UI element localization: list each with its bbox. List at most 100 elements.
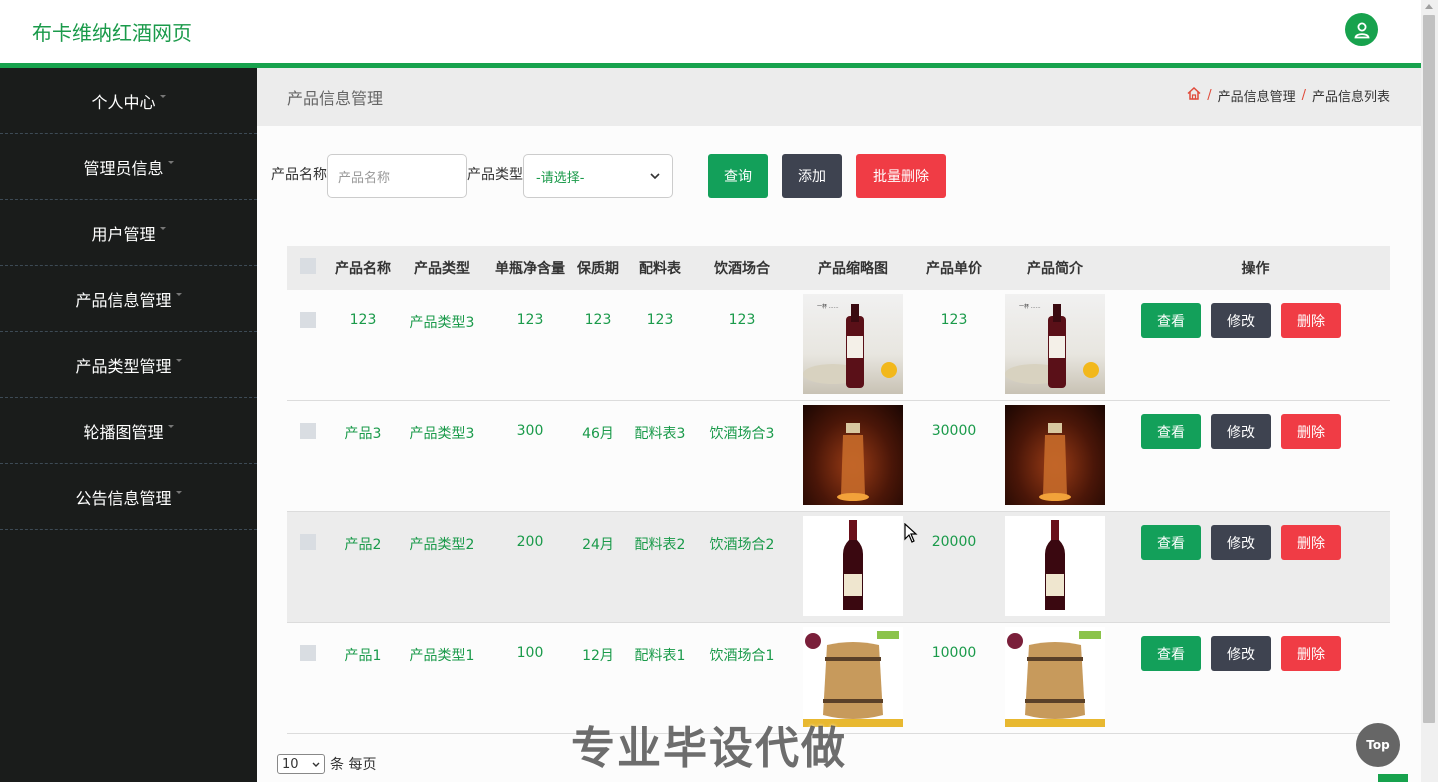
query-button[interactable]: 查询: [708, 154, 768, 198]
table-row: 123 产品类型3 123 123 123 123 一杯 …… 123 一杯 ……: [287, 290, 1390, 401]
view-button[interactable]: 查看: [1141, 414, 1201, 449]
page-size-suffix: 条 每页: [330, 757, 377, 773]
breadcrumb-item-current: 产品信息列表: [1311, 90, 1390, 105]
page-scrollbar[interactable]: [1421, 0, 1438, 782]
cell-volume: 200: [516, 534, 544, 550]
product-intro-image[interactable]: [1005, 516, 1105, 616]
edit-button[interactable]: 修改: [1211, 525, 1271, 560]
scroll-up-arrow-icon[interactable]: [1425, 4, 1433, 9]
row-checkbox[interactable]: [300, 534, 316, 550]
sidebar-item-carousel[interactable]: 轮播图管理: [0, 398, 257, 464]
row-checkbox[interactable]: [300, 312, 316, 328]
delete-button[interactable]: 删除: [1281, 636, 1341, 671]
delete-button[interactable]: 删除: [1281, 414, 1341, 449]
delete-button[interactable]: 删除: [1281, 525, 1341, 560]
product-intro-image[interactable]: [1005, 405, 1105, 505]
col-header: 单瓶净含量: [495, 261, 565, 277]
cell-type: 产品类型2: [409, 537, 475, 553]
batch-delete-button[interactable]: 批量删除: [856, 154, 946, 198]
cell-shelf-life: 24月: [582, 537, 614, 553]
sidebar-item-label: 公告信息管理: [75, 488, 172, 508]
cell-volume: 123: [516, 312, 544, 328]
caret-down-icon: [167, 425, 174, 428]
cell-price: 30000: [931, 423, 977, 439]
caret-down-icon: [167, 161, 174, 164]
chevron-down-icon: [312, 762, 320, 767]
sidebar-item-label: 用户管理: [91, 224, 156, 244]
col-header: 饮酒场合: [714, 261, 770, 277]
cell-occasion: 123: [728, 312, 756, 328]
row-checkbox[interactable]: [300, 423, 316, 439]
cell-price: 10000: [931, 645, 977, 661]
product-table: 产品名称 产品类型 单瓶净含量 保质期 配料表 饮酒场合 产品缩略图 产品单价 …: [287, 246, 1390, 734]
breadcrumb-item[interactable]: 产品信息管理: [1218, 86, 1296, 105]
cell-occasion: 饮酒场合3: [709, 426, 775, 442]
product-thumbnail-image[interactable]: 一杯 ……: [803, 294, 903, 394]
cell-name: 产品1: [344, 648, 382, 664]
delete-button[interactable]: 删除: [1281, 303, 1341, 338]
col-header: 产品类型: [414, 261, 470, 277]
caret-down-icon: [175, 293, 182, 296]
sidebar-item-product-types[interactable]: 产品类型管理: [0, 332, 257, 398]
sidebar-item-notices[interactable]: 公告信息管理: [0, 464, 257, 530]
sidebar-item-admin[interactable]: 管理员信息: [0, 134, 257, 200]
cell-volume: 300: [516, 423, 544, 439]
svg-text:一杯 ……: 一杯 ……: [817, 303, 839, 310]
row-checkbox[interactable]: [300, 645, 316, 661]
caret-down-icon: [159, 95, 166, 98]
view-button[interactable]: 查看: [1141, 525, 1201, 560]
caret-down-icon: [175, 491, 182, 494]
chevron-down-icon: [650, 173, 660, 179]
scroll-thumb[interactable]: [1423, 15, 1435, 723]
product-type-label: 产品类型: [467, 167, 523, 183]
corner-widget[interactable]: [1378, 774, 1408, 782]
search-bar: 产品名称 产品名称 产品类型 -请选择- 查询 添加 批量删除: [271, 154, 946, 198]
select-all-checkbox[interactable]: [300, 258, 316, 274]
sidebar-item-label: 管理员信息: [83, 158, 164, 178]
page-size-select[interactable]: 10: [277, 754, 325, 774]
cell-name: 产品2: [344, 537, 382, 553]
home-icon[interactable]: [1187, 86, 1201, 104]
cell-price: 20000: [931, 534, 977, 550]
breadcrumb-separator: /: [1207, 88, 1212, 103]
page-title: 产品信息管理: [287, 89, 384, 108]
cell-shelf-life: 123: [584, 312, 612, 328]
view-button[interactable]: 查看: [1141, 303, 1201, 338]
cell-type: 产品类型3: [409, 426, 475, 442]
product-intro-image[interactable]: [1005, 627, 1105, 727]
user-avatar-icon[interactable]: [1345, 13, 1378, 46]
edit-button[interactable]: 修改: [1211, 414, 1271, 449]
caret-down-icon: [159, 227, 166, 230]
cell-name: 产品3: [344, 426, 382, 442]
cell-price: 123: [940, 312, 968, 328]
edit-button[interactable]: 修改: [1211, 636, 1271, 671]
col-header: 保质期: [577, 261, 619, 277]
sidebar-item-label: 个人中心: [91, 92, 156, 112]
product-intro-image[interactable]: 一杯 ……: [1005, 294, 1105, 394]
cell-volume: 100: [516, 645, 544, 661]
cell-ingredients: 配料表2: [634, 537, 686, 553]
add-button[interactable]: 添加: [782, 154, 842, 198]
cell-type: 产品类型1: [409, 648, 475, 664]
view-button[interactable]: 查看: [1141, 636, 1201, 671]
sidebar-item-products[interactable]: 产品信息管理: [0, 266, 257, 332]
product-name-input[interactable]: 产品名称: [327, 154, 467, 198]
cell-ingredients: 配料表1: [634, 648, 686, 664]
sidebar-item-label: 产品信息管理: [75, 290, 172, 310]
sidebar-item-label: 轮播图管理: [83, 422, 164, 442]
edit-button[interactable]: 修改: [1211, 303, 1271, 338]
product-thumbnail-image[interactable]: [803, 516, 903, 616]
app-title[interactable]: 布卡维纳红酒网页: [32, 17, 192, 46]
page-size-value: 10: [282, 756, 299, 772]
back-to-top-button[interactable]: Top: [1356, 723, 1400, 767]
breadcrumb-separator: /: [1301, 88, 1306, 103]
sidebar-item-users[interactable]: 用户管理: [0, 200, 257, 266]
table-row: 产品3 产品类型3 300 46月 配料表3 饮酒场合3 30000 查看 修改…: [287, 401, 1390, 512]
sidebar: 个人中心 管理员信息 用户管理 产品信息管理 产品类型管理 轮播图管理 公告信息…: [0, 68, 257, 782]
product-type-select[interactable]: -请选择-: [523, 154, 673, 198]
table-header: 产品名称 产品类型 单瓶净含量 保质期 配料表 饮酒场合 产品缩略图 产品单价 …: [287, 246, 1390, 290]
sidebar-item-profile[interactable]: 个人中心: [0, 68, 257, 134]
cell-type: 产品类型3: [409, 315, 475, 331]
product-thumbnail-image[interactable]: [803, 405, 903, 505]
cell-occasion: 饮酒场合1: [709, 648, 775, 664]
